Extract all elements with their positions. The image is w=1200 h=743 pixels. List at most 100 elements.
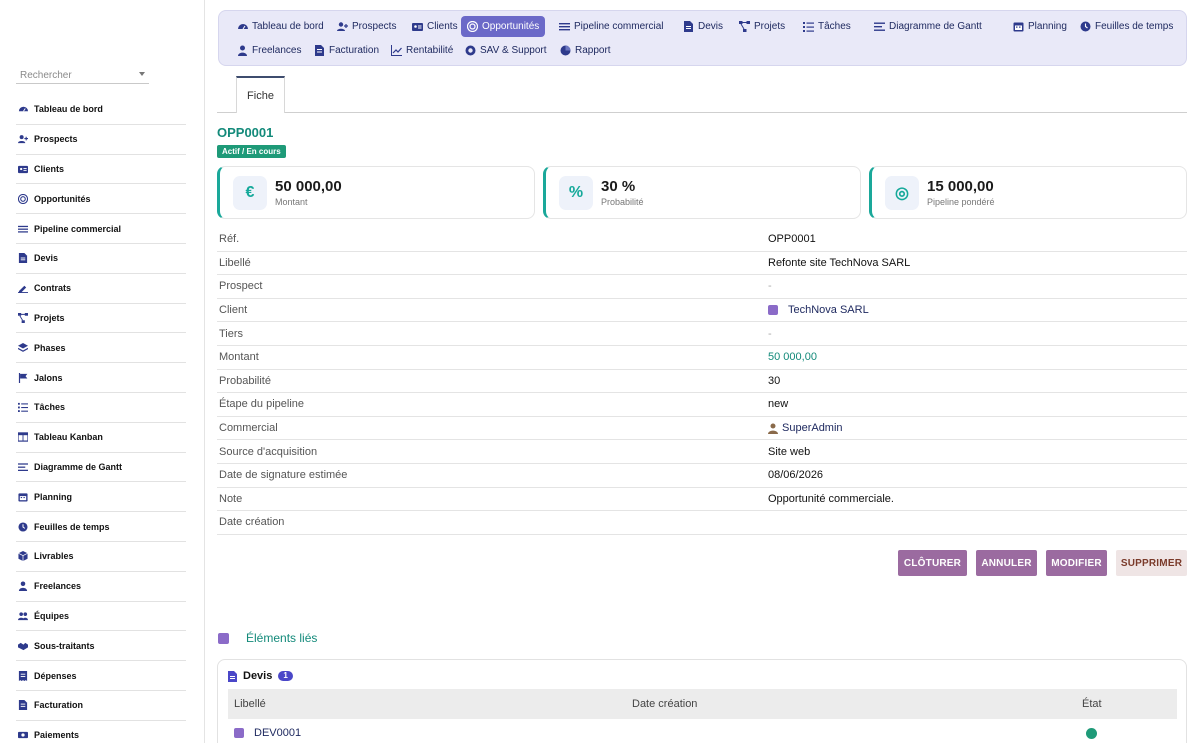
- row-link[interactable]: DEV0001: [254, 727, 301, 739]
- address-card-icon: [18, 164, 28, 174]
- detail-value-text: Site web: [768, 445, 811, 458]
- user-icon: [18, 581, 28, 592]
- nav-item-row1-8[interactable]: Diagramme de Gantt: [868, 16, 988, 37]
- sidebar-item-label: Diagramme de Gantt: [34, 461, 123, 472]
- sidebar-item-label: Clients: [34, 163, 65, 174]
- address-card-icon: [412, 21, 423, 32]
- nav-item-row1-6[interactable]: Projets: [733, 16, 791, 37]
- search-select[interactable]: Rechercher: [16, 66, 149, 84]
- detail-key: Source d'acquisition: [219, 445, 318, 458]
- sidebar-item-8[interactable]: Phases: [16, 333, 186, 364]
- detail-row: Probabilité 30: [217, 370, 1187, 394]
- nav-item-label: Clients: [427, 21, 458, 32]
- gantt-icon: [18, 462, 28, 472]
- sidebar-item-1[interactable]: Prospects: [16, 125, 186, 155]
- sidebar-item-18[interactable]: Sous-traitants: [16, 631, 186, 662]
- sidebar-item-11[interactable]: Tableau Kanban: [16, 423, 186, 453]
- nav-item-row1-9[interactable]: Planning: [1007, 16, 1073, 37]
- gantt-icon: [874, 21, 885, 32]
- nav-item-row1-5[interactable]: Devis: [677, 16, 729, 37]
- nav-item-row1-1[interactable]: Prospects: [331, 16, 402, 37]
- nav-item-row2-3[interactable]: SAV & Support: [459, 40, 553, 61]
- detail-key: Prospect: [219, 280, 263, 293]
- bars-icon: [18, 224, 28, 234]
- sidebar-item-13[interactable]: Planning: [16, 482, 186, 513]
- sidebar-item-7[interactable]: Projets: [16, 304, 186, 334]
- detail-value-text: -: [768, 327, 772, 340]
- sidebar-item-2[interactable]: Clients: [16, 155, 186, 185]
- nav-item-row2-4[interactable]: Rapport: [554, 40, 617, 61]
- sidebar-item-3[interactable]: Opportunités: [16, 184, 186, 215]
- detail-value-text: 30: [768, 374, 781, 387]
- nav-item-row2-0[interactable]: Freelances: [231, 40, 307, 61]
- chevron-down-icon[interactable]: [139, 72, 145, 76]
- sidebar-item-20[interactable]: Facturation: [16, 691, 186, 721]
- table-header: Libellé Date création État: [228, 689, 1177, 719]
- close-button[interactable]: CLÔTURER: [898, 550, 967, 576]
- cancel-button[interactable]: ANNULER: [976, 550, 1037, 576]
- pie-icon: [560, 45, 571, 56]
- nav-item-label: Projets: [754, 21, 786, 32]
- sidebar-item-4[interactable]: Pipeline commercial: [16, 214, 186, 244]
- nav-item-label: Diagramme de Gantt: [889, 21, 982, 32]
- col-date: Date création: [632, 698, 698, 710]
- target-icon: ◎: [885, 176, 919, 210]
- detail-value-text[interactable]: TechNova SARL: [788, 304, 869, 316]
- detail-row: Réf. OPP0001: [217, 228, 1187, 252]
- nav-item-label: SAV & Support: [480, 45, 547, 56]
- sidebar-item-0[interactable]: Tableau de bord: [16, 95, 186, 125]
- sidebar-item-14[interactable]: Feuilles de temps: [16, 512, 186, 542]
- sidebar-item-5[interactable]: Devis: [16, 244, 186, 274]
- devis-label: Devis: [243, 670, 273, 682]
- sidebar-item-17[interactable]: Équipes: [16, 602, 186, 632]
- detail-value-text: 50 000,00: [768, 351, 817, 364]
- nav-item-label: Pipeline commercial: [574, 21, 664, 32]
- flag-icon: [18, 372, 28, 383]
- delete-button[interactable]: SUPPRIMER: [1116, 550, 1187, 576]
- sidebar: Rechercher Tableau de bord Prospects Clien…: [0, 0, 205, 743]
- edit-button[interactable]: MODIFIER: [1046, 550, 1107, 576]
- user-plus-icon: [18, 134, 28, 144]
- nav-item-row1-3[interactable]: Opportunités: [461, 16, 546, 37]
- sidebar-item-16[interactable]: Freelances: [16, 572, 186, 602]
- detail-value-text: OPP0001: [768, 233, 816, 246]
- sidebar-item-10[interactable]: Tâches: [16, 393, 186, 423]
- sidebar-item-15[interactable]: Livrables: [16, 542, 186, 572]
- box-icon: [18, 551, 28, 562]
- stat-card-probabilite: % 30 % Probabilité: [543, 166, 861, 219]
- tab-fiche[interactable]: Fiche: [236, 76, 285, 113]
- detail-key: Libellé: [219, 256, 251, 269]
- row-libelle[interactable]: DEV0001: [228, 727, 632, 739]
- nav-item-label: Feuilles de temps: [1095, 21, 1174, 32]
- nav-item-row1-7[interactable]: Tâches: [797, 16, 857, 37]
- nav-item-row1-10[interactable]: Feuilles de temps: [1074, 16, 1179, 37]
- sidebar-item-19[interactable]: Dépenses: [16, 661, 186, 691]
- sidebar-item-6[interactable]: Contrats: [16, 274, 186, 304]
- linked-title: Éléments liés: [246, 631, 318, 645]
- handshake-icon: [18, 641, 28, 651]
- row-etat: [1082, 727, 1177, 739]
- detail-row: Note Opportunité commerciale.: [217, 488, 1187, 512]
- bars-icon: [559, 21, 570, 32]
- nav-item-row1-2[interactable]: Clients: [406, 16, 464, 37]
- stat-label: Montant: [275, 197, 308, 207]
- chart-line-icon: [391, 45, 402, 56]
- sidebar-item-21[interactable]: Paiements: [16, 721, 186, 743]
- table-row[interactable]: DEV0001: [228, 719, 1177, 743]
- nav-item-row1-0[interactable]: Tableau de bord: [231, 16, 330, 37]
- tasks-icon: [18, 402, 28, 413]
- detail-key: Client: [219, 304, 248, 317]
- invoice-icon: [314, 45, 325, 56]
- detail-row: Commercial SuperAdmin: [217, 417, 1187, 441]
- nav-item-label: Opportunités: [482, 21, 540, 32]
- nav-item-row2-1[interactable]: Facturation: [308, 40, 385, 61]
- nav-item-row1-4[interactable]: Pipeline commercial: [553, 16, 669, 37]
- nav-item-label: Tâches: [818, 21, 851, 32]
- detail-value-text[interactable]: SuperAdmin: [782, 422, 843, 434]
- gauge-icon: [237, 21, 248, 32]
- nav-item-row2-2[interactable]: Rentabilité: [385, 40, 459, 61]
- detail-key: Note: [219, 492, 243, 505]
- sidebar-item-12[interactable]: Diagramme de Gantt: [16, 453, 186, 483]
- sidebar-item-9[interactable]: Jalons: [16, 363, 186, 393]
- user-plus-icon: [337, 21, 348, 32]
